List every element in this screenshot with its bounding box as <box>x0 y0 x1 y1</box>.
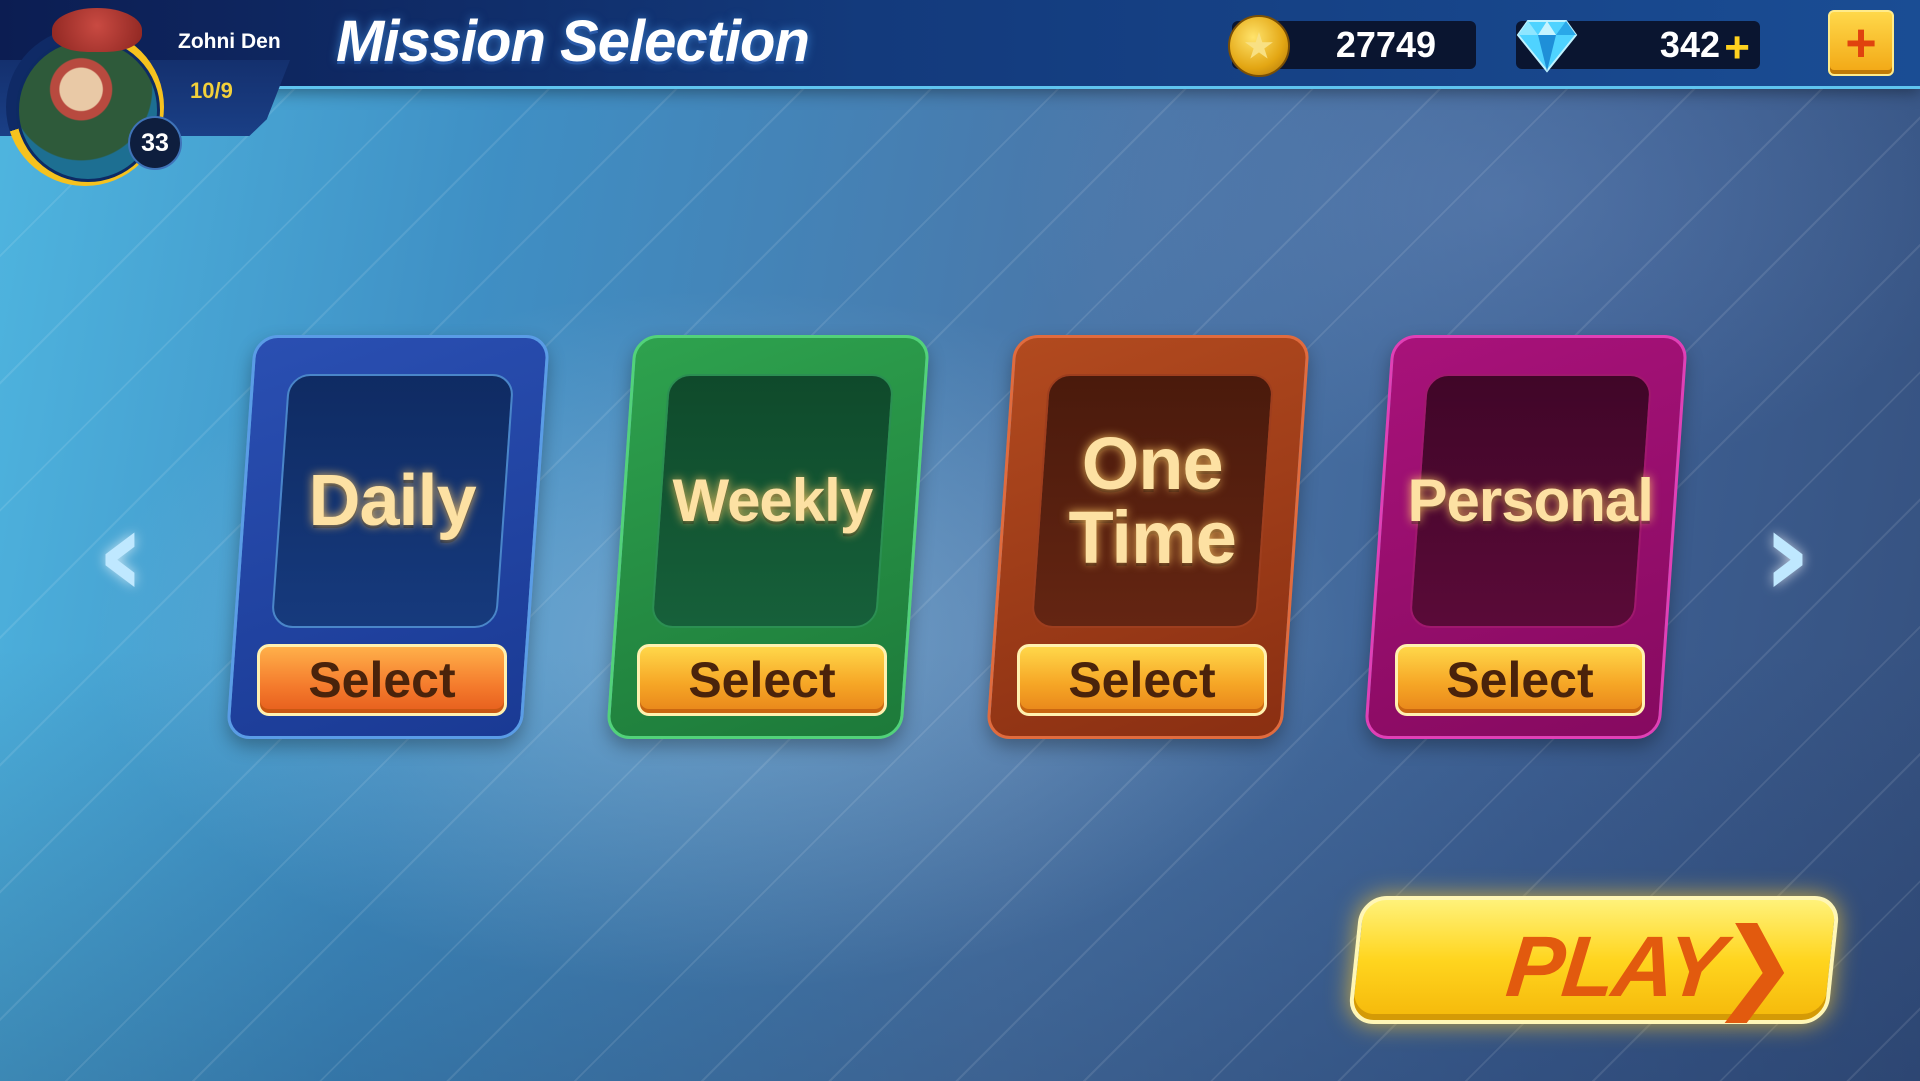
mission-label-personal: Personal <box>1407 467 1654 534</box>
add-gems-button[interactable]: + <box>1724 23 1750 73</box>
mission-label-line1: One <box>1082 422 1223 505</box>
mission-card-panel: Daily <box>270 374 515 628</box>
avatar-beret <box>52 8 142 52</box>
mission-label-weekly: Weekly <box>672 467 873 534</box>
mission-card-one-time[interactable]: One Time Select <box>985 335 1311 739</box>
select-one-time-button[interactable]: Select <box>1017 644 1268 716</box>
select-daily-button[interactable]: Select <box>257 644 508 716</box>
select-weekly-button[interactable]: Select <box>637 644 888 716</box>
player-progress: 10/9 <box>190 78 233 103</box>
page-title: Mission Selection <box>336 9 810 74</box>
coin-counter: ★ 27749 <box>1228 15 1476 77</box>
mission-label-daily: Daily <box>308 461 477 541</box>
play-label: PLAY <box>1502 919 1728 1015</box>
previous-arrow-button[interactable]: ‹ <box>86 495 156 615</box>
gem-value: 342 <box>1659 24 1720 65</box>
next-arrow-button[interactable]: › <box>1752 495 1822 615</box>
level-badge: 33 <box>128 116 182 170</box>
mission-card-personal[interactable]: Personal Select <box>1363 335 1689 739</box>
mission-card-panel: Weekly <box>650 374 895 628</box>
play-button[interactable]: PLAY ❯ <box>1347 896 1841 1024</box>
player-name: Zohni Den <box>178 30 281 53</box>
mission-card-panel: One Time <box>1030 374 1275 628</box>
mission-label-line2: Time <box>1068 496 1237 579</box>
chevron-right-icon: ❯ <box>1709 906 1806 1023</box>
select-personal-button[interactable]: Select <box>1395 644 1646 716</box>
mission-card-panel: Personal <box>1407 374 1654 628</box>
mission-label-one-time: One Time <box>1068 422 1237 579</box>
coin-value: 27749 <box>1335 24 1436 65</box>
mission-card-weekly[interactable]: Weekly Select <box>605 335 931 739</box>
gem-counter: 342 + <box>1516 20 1760 73</box>
mission-card-daily[interactable]: Daily Select <box>225 335 551 739</box>
shop-plus-button[interactable]: + <box>1828 10 1894 76</box>
